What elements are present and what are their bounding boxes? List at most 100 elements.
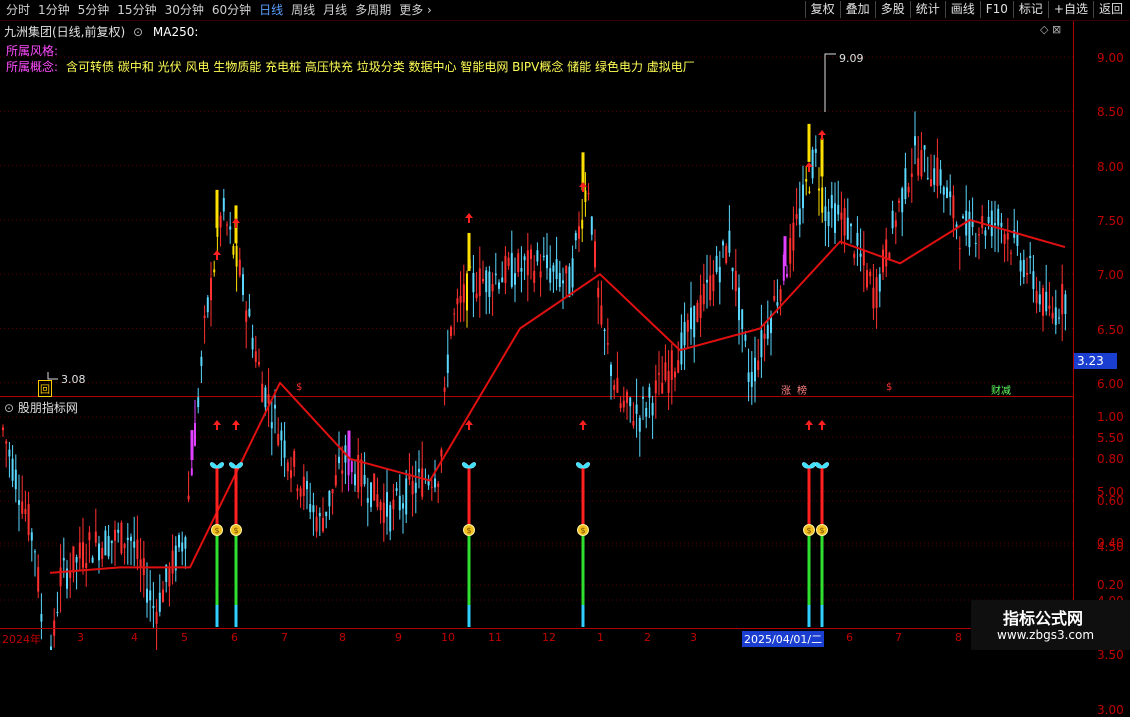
candle-body [491, 284, 494, 292]
candle-body [661, 382, 664, 394]
candle-body [606, 343, 609, 345]
candle-body [130, 536, 132, 541]
candle-body [427, 481, 430, 486]
event-mark[interactable]: 减 [1001, 382, 1011, 397]
candle-body [258, 361, 260, 365]
gear-icon[interactable]: ⊙ [133, 25, 143, 39]
candle-body [402, 503, 404, 509]
candle-body [187, 495, 190, 500]
candle-body [594, 241, 596, 268]
candle-body [741, 309, 744, 330]
candle-body [549, 268, 552, 283]
candle-body [776, 302, 779, 306]
candle-body [898, 200, 900, 203]
candle-body [315, 516, 318, 532]
candle-body [642, 396, 644, 399]
candle-body [482, 279, 484, 282]
candle-body [981, 216, 984, 228]
signal-bar-red [234, 467, 238, 533]
candle-body [379, 501, 382, 511]
corner-icons[interactable]: ◇ ⊠ [1040, 23, 1061, 36]
candle-body [581, 219, 584, 229]
candle-body [107, 535, 110, 557]
candle-body [718, 266, 721, 283]
candle-body [322, 517, 324, 532]
candle-body [930, 179, 932, 187]
candle-body [286, 462, 289, 472]
candle-body [824, 206, 827, 221]
candle-body [626, 391, 628, 403]
event-mark[interactable]: $ [886, 382, 892, 393]
candle-body [133, 541, 136, 548]
event-mark[interactable]: 涨 [781, 382, 791, 397]
candle-body [501, 277, 504, 283]
candle-body [827, 211, 830, 227]
candle-body [866, 269, 868, 288]
signal-bar-green [820, 533, 824, 605]
candle-body [91, 557, 94, 563]
money-bag-glyph: $ [807, 526, 812, 535]
signal-candle [190, 430, 194, 461]
candle-body [923, 145, 926, 150]
event-mark[interactable]: 财 [991, 382, 1001, 397]
candle-body [750, 372, 753, 387]
candle-body [754, 357, 756, 382]
up-arrow-icon [465, 213, 473, 223]
chevron-down-icon[interactable]: ⊙ [4, 401, 14, 415]
candle-body [683, 322, 686, 346]
candle-body [1003, 234, 1006, 244]
candle-body [411, 480, 414, 495]
up-arrow-icon [232, 420, 240, 430]
candle-body [680, 332, 683, 365]
candle-body [472, 272, 475, 293]
candle-body [126, 537, 129, 541]
event-mark[interactable]: 榜 [797, 382, 807, 397]
candle-body [894, 220, 897, 227]
event-mark[interactable]: 回 [38, 380, 52, 397]
signal-candle [820, 138, 824, 177]
candle-body [1051, 312, 1054, 319]
date-label: 2 [644, 631, 651, 644]
candle-body [75, 556, 78, 563]
signal-bar-green [234, 533, 238, 605]
candle-body [645, 407, 648, 417]
signal-candle [783, 236, 787, 267]
signal-bar-green [215, 533, 219, 605]
candle-body [392, 499, 395, 510]
candle-body [290, 470, 292, 478]
candle-body [238, 259, 241, 276]
candle-body [334, 475, 337, 486]
event-mark[interactable]: $ [296, 382, 302, 393]
signal-candle [215, 189, 219, 228]
candle-body [1016, 233, 1019, 246]
candle-body [725, 246, 728, 263]
price-tick: 5.50 [1097, 431, 1124, 446]
candle-body [62, 557, 65, 561]
candle-body [939, 169, 942, 186]
signal-bar-cyan [581, 605, 585, 627]
watermark: 指标公式网 www.zbgs3.com [971, 600, 1130, 650]
candle-body [1010, 252, 1012, 254]
candle-body [386, 492, 388, 517]
candle-body [843, 208, 846, 236]
price-tick: 8.00 [1097, 159, 1124, 174]
candle-body [37, 567, 40, 592]
candle-body [85, 562, 88, 568]
signal-bar-red [820, 467, 824, 533]
candle-body [917, 158, 920, 176]
candle-body [94, 531, 97, 543]
candle-body [232, 246, 235, 255]
candle-body [526, 250, 529, 276]
candle-body [834, 203, 836, 233]
candle-body [757, 360, 760, 370]
candle-body [504, 255, 507, 284]
candle-body [565, 265, 568, 274]
candle-body [14, 469, 17, 490]
candle-body [674, 371, 676, 378]
candle-body [907, 186, 910, 193]
candle-body [616, 377, 619, 393]
candle-body [811, 149, 814, 179]
candle-body [197, 397, 200, 408]
candle-body [830, 194, 833, 209]
candle-body [862, 251, 865, 266]
